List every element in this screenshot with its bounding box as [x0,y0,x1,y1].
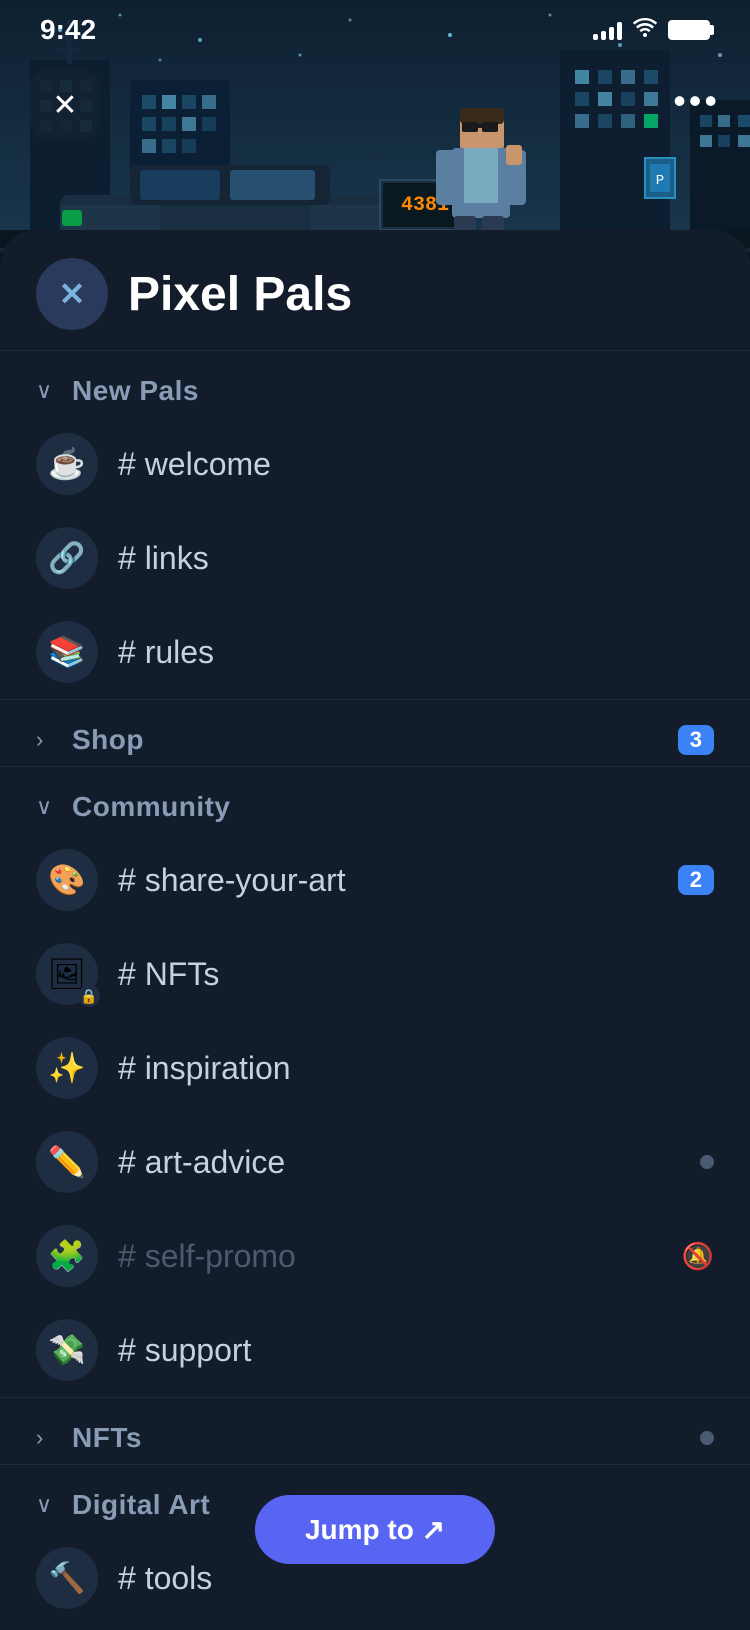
server-icon-text: ✕ [59,275,86,313]
channel-art-advice-icon: ✏️ [36,1131,98,1193]
channel-art-advice-name: # art-advice [118,1144,680,1181]
category-nfts-label: NFTs [72,1422,688,1454]
chevron-down-icon: ∨ [36,378,60,404]
channel-self-promo[interactable]: 🧩 # self-promo 🔕 [0,1209,750,1303]
share-badge: 2 [678,865,714,895]
channel-share-name: # share-your-art [118,862,658,899]
close-button[interactable]: ✕ [30,70,100,140]
category-community[interactable]: ∨ Community [0,767,750,833]
chevron-right-icon-2: › [36,1425,60,1451]
channel-links-name: # links [118,540,714,577]
status-icons [593,17,710,43]
channel-tools-name: # tools [118,1560,714,1597]
jump-to-button[interactable]: Jump to ↗ [255,1495,495,1564]
wifi-icon [632,17,658,43]
channel-inspiration-icon: ✨ [36,1037,98,1099]
channel-nfts-icon: 🖼 🔒 [36,943,98,1005]
chevron-right-icon: › [36,727,60,753]
channel-rules-emoji: 📚 [48,635,85,670]
channel-welcome-emoji: ☕ [48,447,85,482]
channel-welcome-name: # welcome [118,446,714,483]
channel-nfts[interactable]: 🖼 🔒 # NFTs [0,927,750,1021]
bell-off-icon: 🔕 [682,1241,714,1272]
channel-self-promo-name: # self-promo [118,1238,662,1275]
more-icon: ••• [673,80,720,121]
art-advice-dot [700,1155,714,1169]
signal-icon [593,20,622,40]
channel-support-icon: 💸 [36,1319,98,1381]
jump-to-label: Jump to ↗ [305,1513,445,1546]
channel-share-icon: 🎨 [36,849,98,911]
channel-support-emoji: 💸 [48,1333,85,1368]
channel-links-icon: 🔗 [36,527,98,589]
channel-share-emoji: 🎨 [48,863,85,898]
server-icon: ✕ [36,258,108,330]
channel-support-name: # support [118,1332,714,1369]
channel-rules-icon: 📚 [36,621,98,683]
channel-nfts-emoji: 🖼 [48,957,86,992]
shop-badge: 3 [678,725,714,755]
server-name: Pixel Pals [128,267,352,322]
channel-rules-name: # rules [118,634,714,671]
category-nfts[interactable]: › NFTs [0,1398,750,1464]
channel-welcome[interactable]: ☕ # welcome [0,417,750,511]
channel-self-promo-icon: 🧩 [36,1225,98,1287]
server-header: ✕ Pixel Pals [0,230,750,350]
category-shop[interactable]: › Shop 3 [0,700,750,766]
battery-icon [668,20,710,40]
close-icon: ✕ [52,88,77,123]
channel-rules[interactable]: 📚 # rules [0,605,750,699]
channel-tools-icon: 🔨 [36,1547,98,1609]
main-panel: ✕ Pixel Pals ∨ New Pals ☕ # welcome 🔗 # … [0,230,750,1630]
channel-self-promo-emoji: 🧩 [48,1239,85,1274]
channel-nfts-name: # NFTs [118,956,714,993]
chevron-down-icon-2: ∨ [36,794,60,820]
status-time: 9:42 [40,14,96,46]
category-community-label: Community [72,791,714,823]
chevron-down-icon-3: ∨ [36,1492,60,1518]
channel-inspiration-emoji: ✨ [48,1051,85,1086]
channel-art-advice-emoji: ✏️ [48,1145,85,1180]
channel-art-advice[interactable]: ✏️ # art-advice [0,1115,750,1209]
more-options-button[interactable]: ••• [673,80,720,122]
lock-icon: 🔒 [78,985,100,1007]
category-new-pals-label: New Pals [72,375,714,407]
status-bar: 9:42 [0,0,750,60]
channel-inspiration-name: # inspiration [118,1050,714,1087]
svg-text:P: P [656,173,664,189]
channel-links[interactable]: 🔗 # links [0,511,750,605]
channel-support[interactable]: 💸 # support [0,1303,750,1397]
channel-inspiration[interactable]: ✨ # inspiration [0,1021,750,1115]
channel-share-your-art[interactable]: 🎨 # share-your-art 2 [0,833,750,927]
channel-tools-emoji: 🔨 [48,1561,85,1596]
channel-welcome-icon: ☕ [36,433,98,495]
category-shop-label: Shop [72,724,666,756]
channel-links-emoji: 🔗 [48,541,85,576]
category-new-pals[interactable]: ∨ New Pals [0,351,750,417]
nfts-category-dot [700,1431,714,1445]
